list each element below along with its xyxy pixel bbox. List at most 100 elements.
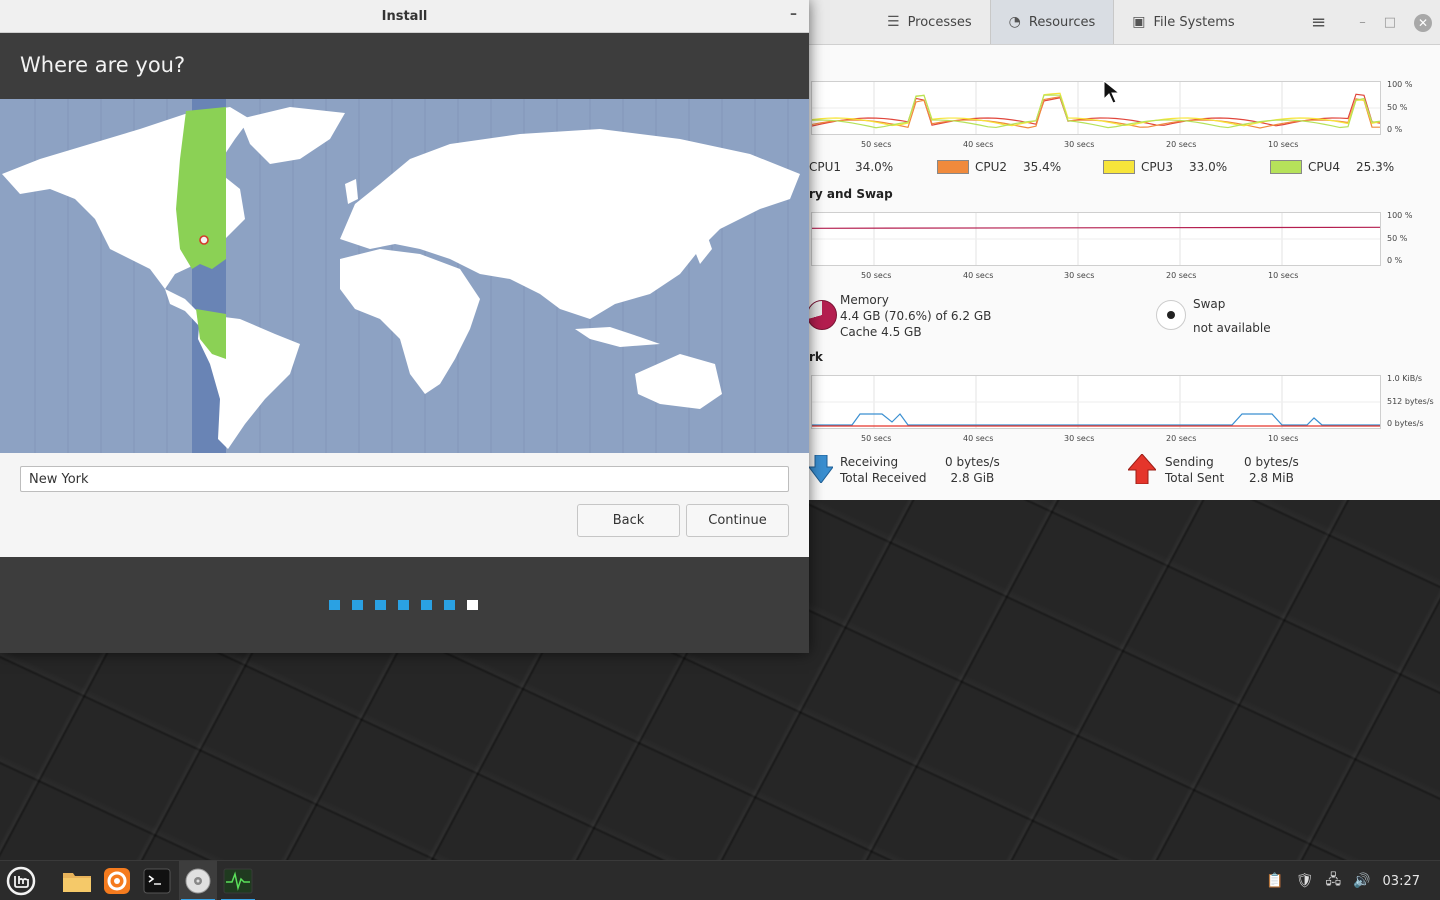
taskbar: 📋 🛡 🖧 🔊 03:27 xyxy=(0,860,1440,900)
net-y-label: 1.0 KiB/s xyxy=(1387,374,1423,383)
receiving-label: Receiving xyxy=(840,455,899,469)
back-button[interactable]: Back xyxy=(577,504,680,537)
install-window: Install – Where are you? New York Back C… xyxy=(0,0,809,653)
progress-step xyxy=(375,600,386,610)
firefox-launcher[interactable] xyxy=(98,861,136,900)
cpu-time-label: 10 secs xyxy=(1268,140,1299,149)
mem-time-label: 50 secs xyxy=(861,271,892,280)
progress-step xyxy=(398,600,409,610)
memory-history-graph xyxy=(811,212,1381,266)
files-launcher[interactable] xyxy=(58,861,96,900)
swap-info: Swap not available xyxy=(1193,292,1271,340)
cpu-y-label: 100 % xyxy=(1387,80,1413,89)
mouse-cursor-icon xyxy=(1103,80,1121,104)
mem-y-label: 0 % xyxy=(1387,256,1403,265)
sending-info: Sending Total Sent xyxy=(1165,454,1224,486)
mem-time-label: 20 secs xyxy=(1166,271,1197,280)
cpu4-color-swatch[interactable] xyxy=(1270,160,1302,174)
swap-label: Swap xyxy=(1193,297,1226,311)
cpu-name: CPU1 xyxy=(809,160,842,174)
hamburger-menu-icon[interactable]: ≡ xyxy=(1311,12,1326,33)
sending-label: Sending xyxy=(1165,455,1214,469)
clipboard-icon[interactable]: 📋 xyxy=(1266,873,1283,889)
list-icon: ☰ xyxy=(887,14,900,30)
memory-label: Memory xyxy=(840,293,889,307)
memory-section-title: ry and Swap xyxy=(809,187,893,201)
cpu4-legend: CPU4 25.3% xyxy=(1270,160,1394,174)
receiving-arrow-icon[interactable] xyxy=(809,455,833,483)
maximize-icon[interactable]: □ xyxy=(1384,15,1396,30)
cpu-time-label: 40 secs xyxy=(963,140,994,149)
total-sent-value: 2.8 MiB xyxy=(1248,471,1294,485)
net-time-label: 40 secs xyxy=(963,434,994,443)
shield-icon[interactable]: 🛡 xyxy=(1296,873,1314,889)
mem-y-label: 100 % xyxy=(1387,211,1413,220)
progress-step xyxy=(329,600,340,610)
receiving-series-line xyxy=(812,413,1380,426)
close-icon[interactable]: ✕ xyxy=(1414,13,1432,32)
memory-pie-icon[interactable] xyxy=(807,300,837,330)
cpu-history-graph xyxy=(811,81,1381,135)
memory-info: Memory 4.4 GB (70.6%) of 6.2 GB Cache 4.… xyxy=(840,292,991,340)
timezone-city-input[interactable] xyxy=(20,466,789,492)
cpu-graph-svg xyxy=(812,82,1380,134)
cpu-time-label: 30 secs xyxy=(1064,140,1095,149)
linux-mint-logo-icon xyxy=(6,866,36,896)
cpu3-legend: CPU3 33.0% xyxy=(1103,160,1227,174)
net-time-label: 10 secs xyxy=(1268,434,1299,443)
location-marker[interactable] xyxy=(199,235,209,245)
firefox-icon xyxy=(104,868,130,894)
network-section-title: rk xyxy=(809,350,823,364)
receiving-rate: 0 bytes/s xyxy=(945,455,1000,469)
cpu2-color-swatch[interactable] xyxy=(937,160,969,174)
installer-taskbar-item[interactable] xyxy=(179,861,217,900)
memory-value: 4.4 GB (70.6%) of 6.2 GB xyxy=(840,309,992,323)
system-monitor-taskbar-item[interactable] xyxy=(219,861,257,900)
folder-icon xyxy=(63,873,91,892)
minimize-button[interactable]: – xyxy=(790,6,797,22)
cpu-name: CPU2 xyxy=(975,160,1008,174)
clock[interactable]: 03:27 xyxy=(1383,874,1420,889)
terminal-launcher[interactable] xyxy=(138,861,176,900)
world-map-svg xyxy=(2,99,800,453)
volume-icon[interactable]: 🔊 xyxy=(1353,873,1370,889)
swap-value: not available xyxy=(1193,321,1271,335)
net-y-label: 0 bytes/s xyxy=(1387,419,1424,428)
cpu3-color-swatch[interactable] xyxy=(1103,160,1135,174)
install-form-area: Back Continue xyxy=(0,453,809,557)
cpu2-legend: CPU2 35.4% xyxy=(937,160,1061,174)
progress-step xyxy=(444,600,455,610)
tab-processes[interactable]: ☰ Processes xyxy=(869,0,990,44)
minimize-icon[interactable]: – xyxy=(1359,15,1366,30)
continue-button[interactable]: Continue xyxy=(686,504,789,537)
cpu-time-label: 20 secs xyxy=(1166,140,1197,149)
total-received-label: Total Received xyxy=(840,471,927,485)
system-tray: 📋 🛡 🖧 🔊 03:27 xyxy=(1266,861,1440,900)
timezone-world-map[interactable] xyxy=(0,99,809,453)
disk-icon: ▣ xyxy=(1132,14,1146,30)
total-received-value: 2.8 GiB xyxy=(950,471,995,485)
sending-arrow-icon[interactable] xyxy=(1128,454,1156,484)
cpu-value: 33.0% xyxy=(1189,160,1228,174)
network-icon[interactable]: 🖧 xyxy=(1325,869,1341,893)
mem-y-label: 50 % xyxy=(1387,234,1408,243)
sending-rate: 0 bytes/s xyxy=(1244,455,1299,469)
terminal-icon xyxy=(143,868,171,894)
swap-pie-icon[interactable] xyxy=(1156,300,1186,330)
system-monitor-header: ☰ Processes ◔ Resources ▣ File Systems ≡… xyxy=(791,0,1440,45)
cpu-name: CPU3 xyxy=(1141,160,1174,174)
system-monitor-icon xyxy=(223,868,253,894)
receiving-values: 0 bytes/s 2.8 GiB xyxy=(945,454,1000,486)
cpu-value: 35.4% xyxy=(1023,160,1062,174)
cpu-time-label: 50 secs xyxy=(861,140,892,149)
cpu1-legend: CPU1 34.0% xyxy=(809,160,893,174)
receiving-info: Receiving Total Received xyxy=(840,454,926,486)
progress-step xyxy=(352,600,363,610)
tab-resources[interactable]: ◔ Resources xyxy=(989,0,1115,44)
network-history-graph xyxy=(811,375,1381,429)
mint-menu-button[interactable] xyxy=(2,861,40,900)
tab-file-systems[interactable]: ▣ File Systems xyxy=(1114,0,1252,44)
memory-series-line xyxy=(812,226,1380,229)
tab-label: Processes xyxy=(907,14,972,30)
gauge-icon: ◔ xyxy=(1008,14,1021,30)
